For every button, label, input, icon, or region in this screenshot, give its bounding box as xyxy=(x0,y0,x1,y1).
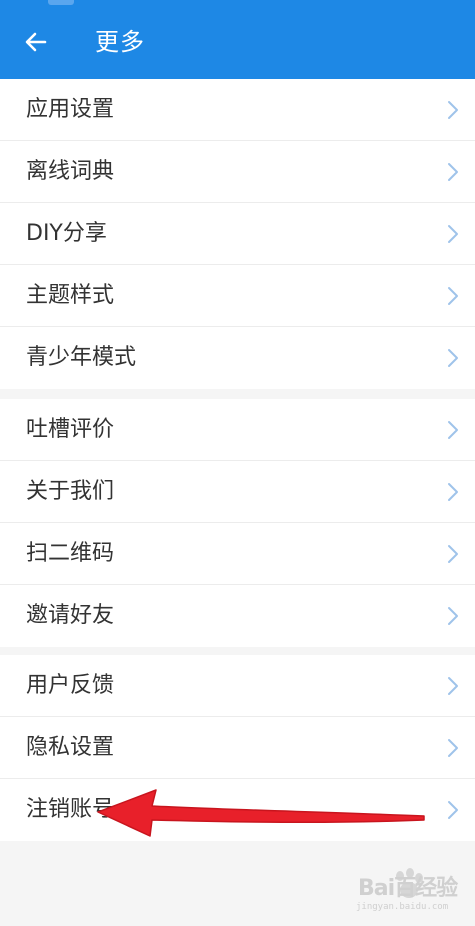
settings-group-3: 用户反馈 隐私设置 注销账号 xyxy=(0,655,475,841)
watermark: Bai百经验 jingyan.baidu.com xyxy=(352,864,467,916)
menu-item-about-us[interactable]: 关于我们 xyxy=(0,461,475,523)
back-button[interactable] xyxy=(18,24,54,60)
menu-item-label: 邀请好友 xyxy=(26,603,115,628)
app-header: 更多 xyxy=(0,0,475,79)
chevron-right-icon xyxy=(448,607,458,625)
menu-item-label: 青少年模式 xyxy=(26,345,137,370)
menu-item-scan-qr[interactable]: 扫二维码 xyxy=(0,523,475,585)
chevron-right-icon xyxy=(448,421,458,439)
chevron-right-icon xyxy=(448,349,458,367)
menu-item-label: 主题样式 xyxy=(26,283,115,308)
menu-item-label: DIY分享 xyxy=(26,221,107,246)
chevron-right-icon xyxy=(448,545,458,563)
menu-item-offline-dictionary[interactable]: 离线词典 xyxy=(0,141,475,203)
menu-item-diy-share[interactable]: DIY分享 xyxy=(0,203,475,265)
watermark-logo: Bai百经验 xyxy=(358,876,458,901)
menu-item-privacy-settings[interactable]: 隐私设置 xyxy=(0,717,475,779)
chevron-right-icon xyxy=(448,101,458,119)
menu-item-cancel-account[interactable]: 注销账号 xyxy=(0,779,475,841)
menu-item-invite-friends[interactable]: 邀请好友 xyxy=(0,585,475,647)
menu-item-label: 隐私设置 xyxy=(26,735,115,760)
chevron-right-icon xyxy=(448,287,458,305)
chevron-right-icon xyxy=(448,739,458,757)
page-title: 更多 xyxy=(95,28,145,56)
chevron-right-icon xyxy=(448,677,458,695)
settings-group-2: 吐槽评价 关于我们 扫二维码 邀请好友 xyxy=(0,399,475,647)
menu-item-theme-style[interactable]: 主题样式 xyxy=(0,265,475,327)
settings-group-1: 应用设置 离线词典 DIY分享 主题样式 青少年模式 xyxy=(0,79,475,389)
chevron-right-icon xyxy=(448,225,458,243)
menu-item-user-feedback[interactable]: 用户反馈 xyxy=(0,655,475,717)
menu-item-label: 关于我们 xyxy=(26,479,115,504)
menu-item-feedback-rating[interactable]: 吐槽评价 xyxy=(0,399,475,461)
menu-item-label: 注销账号 xyxy=(26,797,115,822)
menu-item-label: 应用设置 xyxy=(26,97,115,122)
menu-item-label: 用户反馈 xyxy=(26,673,115,698)
menu-item-youth-mode[interactable]: 青少年模式 xyxy=(0,327,475,389)
menu-item-label: 扫二维码 xyxy=(26,541,115,566)
menu-item-label: 离线词典 xyxy=(26,159,115,184)
chevron-right-icon xyxy=(448,163,458,181)
arrow-left-icon xyxy=(25,32,47,52)
status-bar-fragment xyxy=(48,0,74,5)
menu-item-label: 吐槽评价 xyxy=(26,417,115,442)
watermark-url: jingyan.baidu.com xyxy=(356,902,449,912)
menu-item-app-settings[interactable]: 应用设置 xyxy=(0,79,475,141)
chevron-right-icon xyxy=(448,801,458,819)
chevron-right-icon xyxy=(448,483,458,501)
